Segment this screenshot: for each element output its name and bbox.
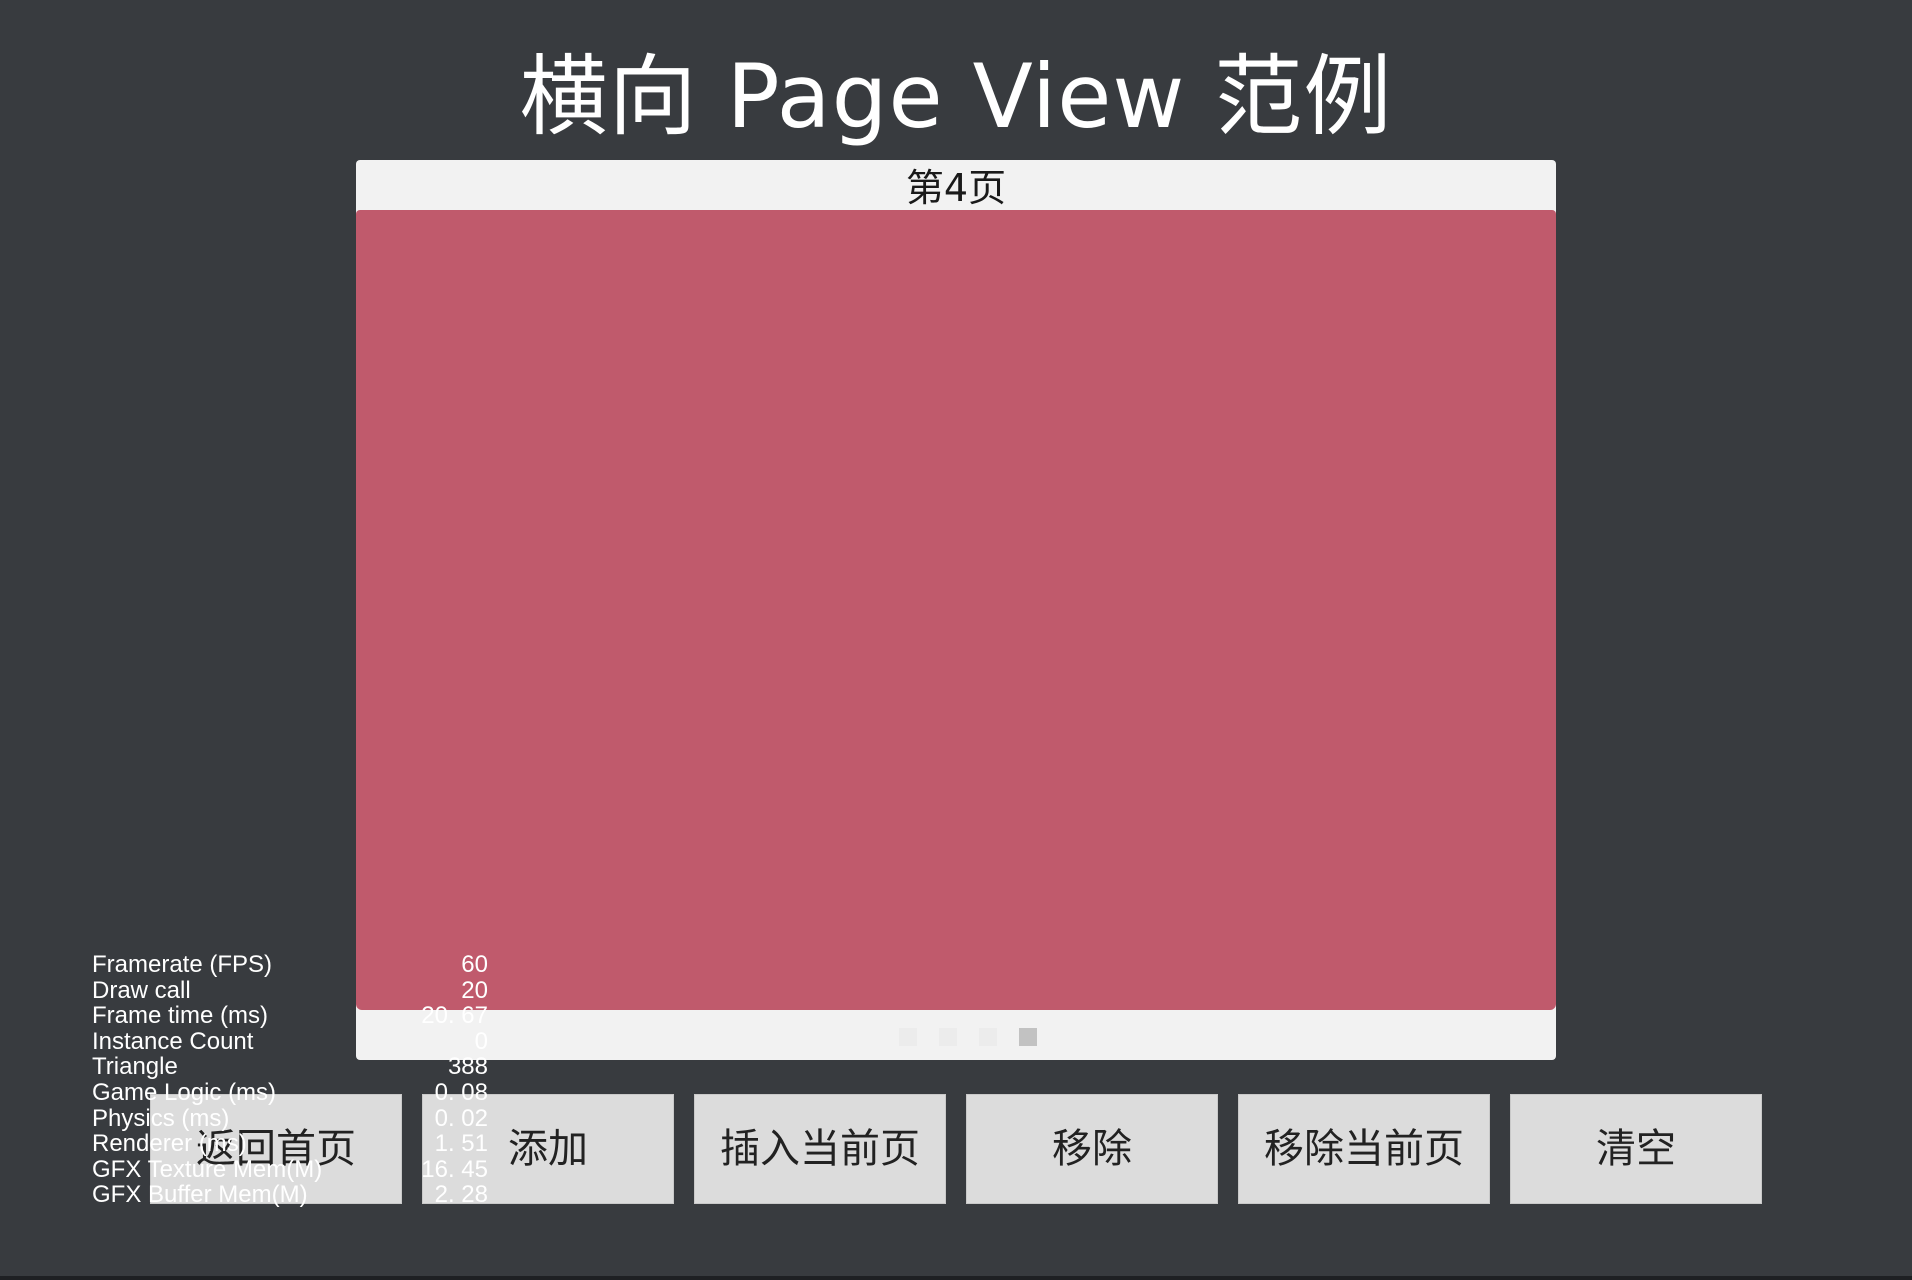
stat-value: 20. 67: [421, 1002, 488, 1030]
stat-label: Renderer (ms): [92, 1130, 247, 1158]
page-indicator-dot-3[interactable]: [979, 1028, 997, 1046]
stat-value: 16. 45: [421, 1155, 488, 1183]
stat-row-draw-call: Draw call 20: [92, 976, 488, 1004]
profiler-stats-overlay: Framerate (FPS) 60 Draw call 20 Frame ti…: [92, 952, 488, 1208]
stat-row-instance-count: Instance Count 0: [92, 1029, 488, 1055]
scene-title: 横向 Page View 范例: [519, 45, 1393, 148]
stat-value: 2. 28: [434, 1181, 488, 1209]
stat-value: 60: [461, 951, 488, 978]
remove-page-button[interactable]: 移除: [966, 1094, 1218, 1204]
page-indicator: [356, 1028, 1556, 1048]
stat-row-game-logic: Game Logic (ms) 0. 08: [92, 1080, 488, 1106]
bottom-edge-divider: [0, 1276, 1912, 1280]
page-indicator-dot-2[interactable]: [939, 1028, 957, 1046]
stat-value: 0: [474, 1027, 488, 1055]
stat-row-gfx-buffer-mem: GFX Buffer Mem(M) 2. 28: [92, 1182, 488, 1208]
stat-label: Game Logic (ms): [92, 1078, 277, 1106]
stat-label: Frame time (ms): [92, 1002, 268, 1030]
page-indicator-dot-1[interactable]: [899, 1028, 917, 1046]
remove-current-page-button[interactable]: 移除当前页: [1238, 1094, 1490, 1204]
stat-row-gfx-texture-mem: GFX Texture Mem(M) 16. 45: [92, 1157, 488, 1183]
stat-value: 388: [447, 1053, 488, 1081]
page-content-panel[interactable]: [356, 210, 1556, 1010]
stat-label: Framerate (FPS): [92, 951, 273, 978]
stat-row-triangle: Triangle 388: [92, 1054, 488, 1080]
stat-row-physics: Physics (ms) 0. 02: [92, 1104, 488, 1132]
stat-label: Triangle: [92, 1053, 178, 1081]
stat-label: Physics (ms): [92, 1104, 230, 1132]
current-page-label: 第4页: [905, 166, 1007, 210]
stat-label: Instance Count: [92, 1027, 254, 1055]
stat-row-renderer: Renderer (ms) 1. 51: [92, 1131, 488, 1157]
stat-value: 1. 51: [434, 1130, 488, 1158]
page-indicator-dot-4-active[interactable]: [1019, 1028, 1037, 1046]
stat-label: Draw call: [92, 976, 191, 1004]
clear-pages-button[interactable]: 清空: [1510, 1094, 1762, 1204]
stat-row-frame-time: Frame time (ms) 20. 67: [92, 1003, 488, 1029]
stat-value: 0. 02: [434, 1104, 488, 1132]
stat-value: 0. 08: [434, 1078, 488, 1106]
stat-label: GFX Buffer Mem(M): [92, 1181, 308, 1209]
stat-row-framerate: Framerate (FPS) 60: [92, 952, 488, 978]
stat-label: GFX Texture Mem(M): [92, 1155, 323, 1183]
insert-current-page-button[interactable]: 插入当前页: [694, 1094, 946, 1204]
page-view[interactable]: 第4页: [356, 160, 1556, 1060]
game-canvas: 横向 Page View 范例 第4页 返回首页 添加 插入当前页 移除 移除当…: [0, 0, 1912, 1280]
stat-value: 20: [461, 976, 488, 1004]
